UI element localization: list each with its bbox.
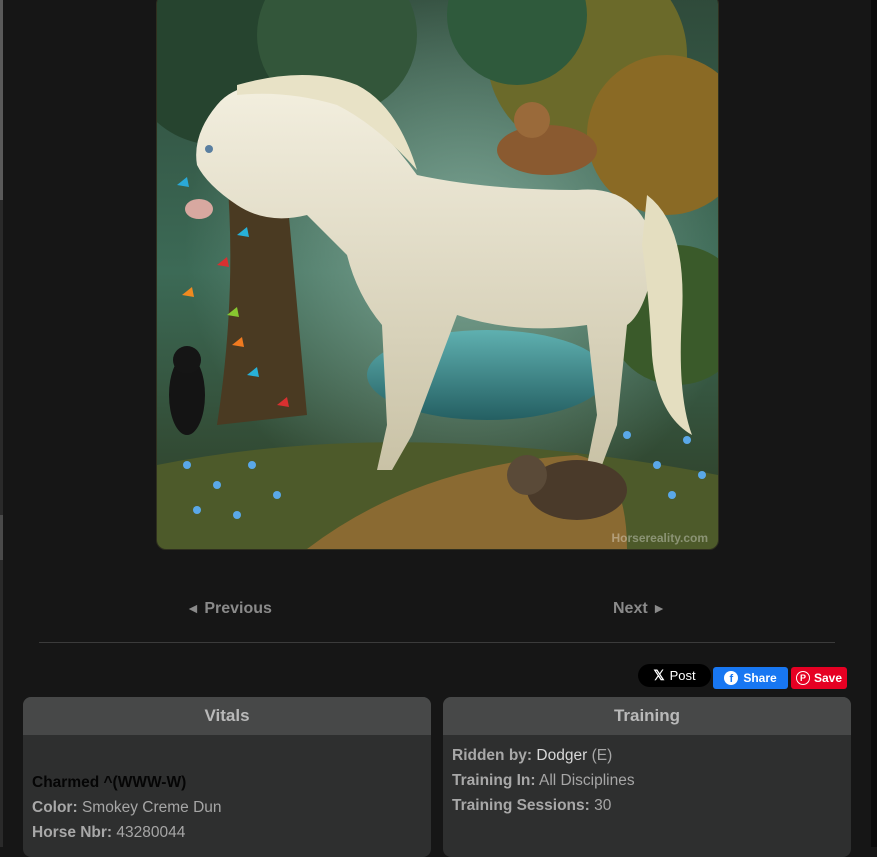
- watermark-text: Horsereality.com: [611, 531, 709, 545]
- training-sessions-value: 30: [594, 797, 612, 814]
- facebook-icon: f: [724, 671, 739, 685]
- divider: [39, 642, 835, 643]
- vitals-header: Vitals: [23, 697, 431, 735]
- facebook-share-label: Share: [743, 671, 777, 685]
- left-edge-segment: [0, 515, 3, 560]
- horse-name: Charmed ^(WWW-W): [32, 774, 187, 791]
- previous-label: Previous: [204, 600, 272, 617]
- right-edge: [871, 0, 877, 847]
- x-post-label: Post: [669, 668, 696, 683]
- facebook-share-button[interactable]: f Share: [713, 667, 788, 689]
- training-in-label: Training In:: [452, 772, 536, 789]
- ridden-by-suffix: (E): [591, 747, 613, 764]
- training-in-row: Training In: All Disciplines: [452, 768, 842, 793]
- x-post-button[interactable]: 𝕏 Post: [638, 664, 711, 687]
- horse-number-row: Horse Nbr: 43280044: [32, 820, 422, 845]
- pinterest-save-button[interactable]: P Save: [791, 667, 847, 689]
- left-arrow-icon: ◄: [186, 600, 200, 616]
- next-label: Next: [613, 600, 648, 617]
- ridden-by-row: Ridden by: Dodger (E): [452, 743, 842, 768]
- color-value: Smokey Creme Dun: [81, 799, 222, 816]
- x-logo-icon: 𝕏: [653, 667, 665, 683]
- horse-number-label: Horse Nbr:: [32, 824, 113, 841]
- color-label: Color:: [32, 799, 78, 816]
- training-body: Ridden by: Dodger (E) Training In: All D…: [443, 735, 851, 818]
- training-header: Training: [443, 697, 851, 735]
- ridden-by-label: Ridden by:: [452, 747, 533, 764]
- ridden-by-value[interactable]: Dodger: [536, 747, 587, 764]
- pinterest-save-label: Save: [813, 671, 843, 685]
- training-sessions-row: Training Sessions: 30: [452, 793, 842, 818]
- training-panel: Training Ridden by: Dodger (E) Training …: [443, 697, 851, 857]
- vitals-panel: Vitals Charmed ^(WWW-W) Color: Smokey Cr…: [23, 697, 431, 857]
- previous-link[interactable]: ◄ Previous: [186, 600, 272, 618]
- next-link[interactable]: Next ►: [613, 600, 666, 618]
- training-sessions-label: Training Sessions:: [452, 797, 590, 814]
- horse-image: Horsereality.com: [156, 0, 719, 550]
- color-row: Color: Smokey Creme Dun: [32, 795, 422, 820]
- pinterest-icon: P: [795, 671, 810, 685]
- vitals-body: Charmed ^(WWW-W) Color: Smokey Creme Dun…: [23, 735, 431, 845]
- left-scroll-edge: [0, 0, 3, 847]
- training-in-value: All Disciplines: [538, 772, 635, 789]
- right-arrow-icon: ►: [652, 600, 666, 616]
- left-edge-segment: [0, 0, 3, 200]
- horse-number-value: 43280044: [116, 824, 186, 841]
